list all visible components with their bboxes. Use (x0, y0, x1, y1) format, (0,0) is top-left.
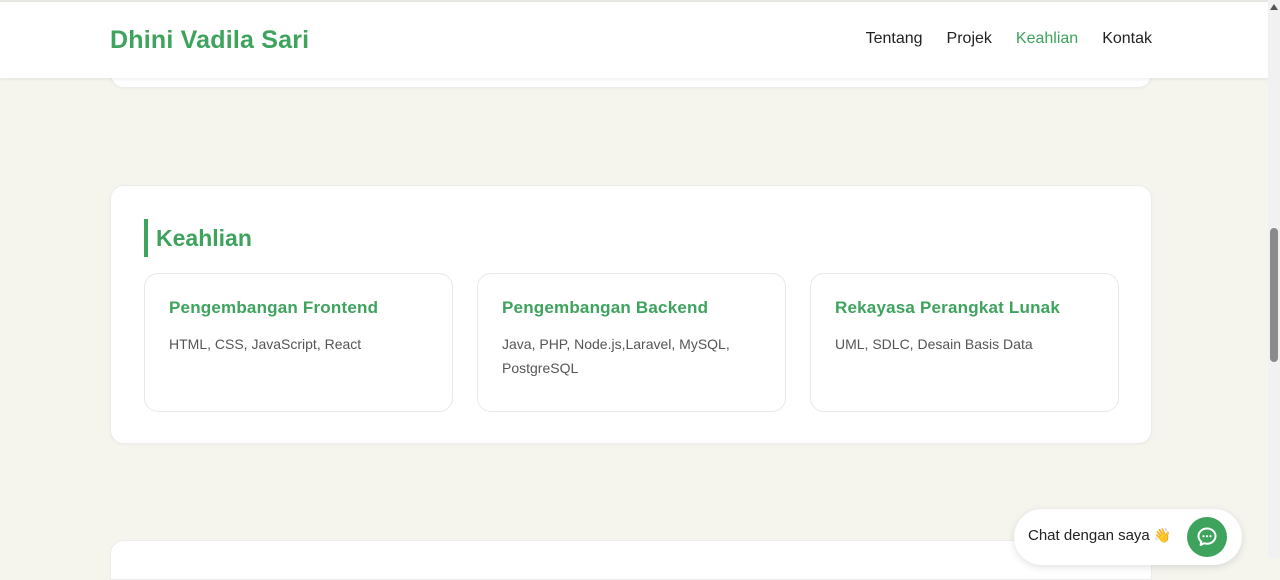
scroll-up-arrow-icon[interactable] (1270, 4, 1278, 10)
skill-title: Pengembangan Frontend (169, 298, 379, 317)
chat-open-button[interactable] (1187, 517, 1227, 557)
chat-label[interactable]: Chat dengan saya 👋 (1028, 527, 1171, 544)
next-section-card (110, 540, 1152, 580)
nav-link-keahlian[interactable]: Keahlian (1016, 30, 1078, 48)
skill-description: UML, SDLC, Desain Basis Data (835, 336, 1033, 352)
nav-link-tentang[interactable]: Tentang (866, 30, 923, 48)
brand-logo-text[interactable]: Dhini Vadila Sari (110, 26, 309, 55)
chat-label-text: Chat dengan saya (1028, 527, 1150, 544)
nav-link-kontak[interactable]: Kontak (1102, 30, 1152, 48)
skill-description: HTML, CSS, JavaScript, React (169, 336, 362, 352)
chat-widget[interactable]: Chat dengan saya 👋 (1014, 509, 1242, 565)
vertical-scrollbar[interactable] (1268, 0, 1280, 558)
skill-card-frontend: Pengembangan Frontend HTML, CSS, JavaScr… (144, 273, 453, 412)
skill-card-software-engineering: Rekayasa Perangkat Lunak UML, SDLC, Desa… (810, 273, 1119, 412)
skill-title: Pengembangan Backend (502, 298, 709, 317)
skill-card-backend: Pengembangan Backend Java, PHP, Node.js,… (477, 273, 786, 412)
main-nav: Tentang Projek Keahlian Kontak (842, 30, 1152, 48)
waving-hand-icon: 👋 (1153, 527, 1172, 543)
scroll-thumb[interactable] (1270, 228, 1278, 362)
skill-title: Rekayasa Perangkat Lunak (835, 298, 1060, 317)
chat-bubble-icon (1197, 527, 1217, 546)
skills-section: Keahlian Pengembangan Frontend HTML, CSS… (110, 185, 1152, 444)
site-header: Dhini Vadila Sari Tentang Projek Keahlia… (0, 2, 1268, 78)
section-title: Keahlian (144, 219, 252, 257)
skill-description: Java, PHP, Node.js,Laravel, MySQL, Postg… (502, 336, 730, 376)
nav-link-projek[interactable]: Projek (947, 30, 992, 48)
